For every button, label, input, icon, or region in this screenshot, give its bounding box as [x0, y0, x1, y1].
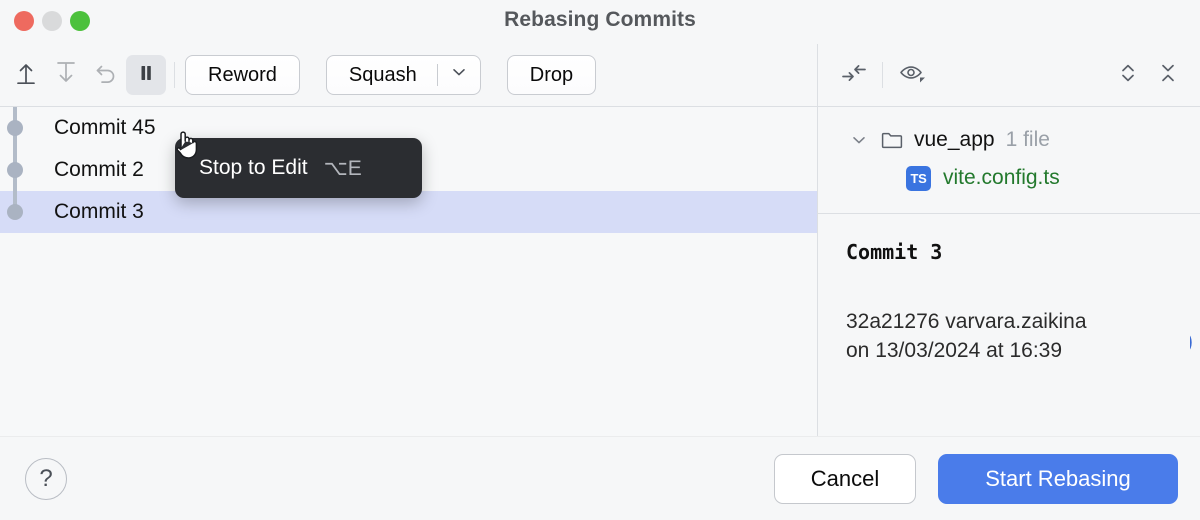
question-mark-icon: ? — [39, 464, 53, 492]
rebasing-commits-dialog: Rebasing Commits Reword Squash Drop Comm… — [0, 0, 1200, 520]
start-rebasing-button[interactable]: Start Rebasing — [938, 453, 1178, 504]
start-rebasing-button-label: Start Rebasing — [985, 465, 1131, 491]
chevron-down-icon — [450, 63, 468, 87]
stop-to-edit-pause-icon — [134, 61, 158, 90]
commit-details: Commit 3 32a21276 varvara.zaikina on 13/… — [818, 214, 1200, 436]
file-name: vite.config.ts — [943, 166, 1060, 189]
show-diff-button[interactable] — [834, 55, 874, 95]
tree-node-file[interactable]: TS vite.config.ts — [818, 159, 1200, 197]
expand-all-button[interactable] — [1108, 55, 1148, 95]
chevron-down-icon[interactable] — [846, 131, 872, 149]
tooltip: Stop to Edit ⌥E — [175, 138, 422, 198]
commits-pane: Reword Squash Drop Commit 45 Commit 2 Co… — [0, 44, 817, 436]
commit-graph-node — [7, 162, 23, 178]
show-diff-icon — [840, 60, 868, 91]
commit-subject: Commit 3 — [54, 200, 144, 223]
dialog-body: Reword Squash Drop Commit 45 Commit 2 Co… — [0, 44, 1200, 436]
squash-button-label: Squash — [348, 63, 417, 86]
squash-dropdown-button[interactable] — [438, 63, 480, 87]
reword-button-label: Reword — [208, 63, 277, 86]
dialog-footer: ? Cancel Start Rebasing — [0, 436, 1200, 520]
tooltip-label: Stop to Edit — [199, 156, 308, 179]
tooltip-shortcut: ⌥E — [323, 156, 362, 180]
commit-graph-node — [7, 204, 23, 220]
commit-details-subject: Commit 3 — [846, 240, 943, 264]
folder-file-count: 1 file — [1005, 128, 1050, 151]
move-up-icon-button[interactable] — [6, 55, 46, 95]
reword-button[interactable]: Reword — [185, 55, 300, 95]
preview-eye-icon — [898, 59, 928, 92]
squash-split-button[interactable]: Squash — [325, 55, 481, 95]
commit-details-clipped-link[interactable]: ) — [1190, 330, 1200, 352]
drop-button-label: Drop — [529, 63, 574, 86]
stop-to-edit-button[interactable] — [126, 55, 166, 95]
undo-icon-button[interactable] — [86, 55, 126, 95]
drop-button[interactable]: Drop — [506, 55, 597, 95]
expand-all-icon — [1115, 60, 1141, 91]
changes-toolbar-separator — [882, 62, 883, 88]
move-up-icon — [13, 60, 39, 91]
folder-icon — [880, 129, 904, 151]
commit-details-clipped-link-text: ) — [1190, 330, 1200, 352]
tree-node-folder[interactable]: vue_app 1 file — [818, 121, 1200, 159]
changed-files-tree[interactable]: vue_app 1 file TS vite.config.ts — [818, 107, 1200, 213]
move-down-icon — [53, 60, 79, 91]
commit-graph-cell — [0, 191, 30, 233]
preview-button[interactable] — [893, 55, 933, 95]
collapse-all-button[interactable] — [1148, 55, 1188, 95]
typescript-file-icon: TS — [906, 165, 931, 191]
undo-icon — [93, 60, 119, 91]
move-down-icon-button[interactable] — [46, 55, 86, 95]
commit-details-hash-author: 32a21276 varvara.zaikina — [846, 310, 1087, 333]
changes-toolbar — [818, 44, 1200, 106]
commit-details-meta: 32a21276 varvara.zaikina on 13/03/2024 a… — [846, 308, 1168, 366]
collapse-all-icon — [1155, 60, 1181, 91]
commit-graph-node — [7, 120, 23, 136]
rebase-toolbar: Reword Squash Drop — [0, 44, 817, 106]
commit-details-date: on 13/03/2024 at 16:39 — [846, 338, 1063, 362]
dialog-title: Rebasing Commits — [504, 8, 696, 31]
commit-subject: Commit 45 — [54, 116, 156, 139]
folder-name: vue_app — [914, 128, 995, 151]
commit-graph-cell — [0, 107, 30, 149]
toolbar-separator — [174, 62, 175, 88]
titlebar: Rebasing Commits — [0, 0, 1200, 44]
help-button[interactable]: ? — [25, 457, 67, 500]
cancel-button-label: Cancel — [810, 465, 880, 491]
cancel-button[interactable]: Cancel — [774, 453, 916, 504]
commit-graph-cell — [0, 149, 30, 191]
changes-pane: vue_app 1 file TS vite.config.ts Commit … — [818, 44, 1200, 436]
commit-subject: Commit 2 — [54, 158, 144, 181]
